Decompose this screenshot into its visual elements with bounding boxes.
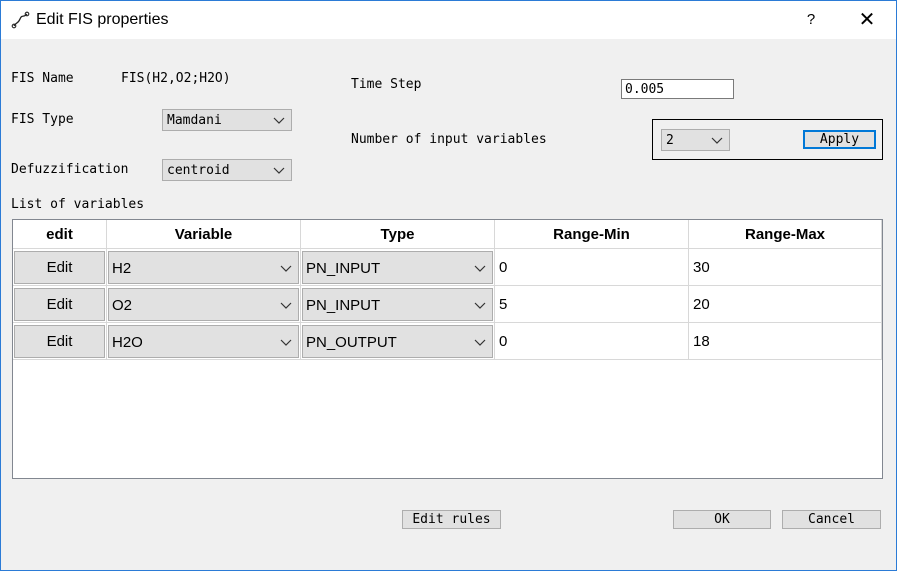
type-value: PN_INPUT bbox=[306, 297, 381, 314]
edit-variable-button[interactable]: Edit bbox=[14, 288, 105, 321]
variable-value: H2 bbox=[112, 260, 132, 277]
chevron-down-icon bbox=[474, 302, 486, 309]
variable-select[interactable]: H2O bbox=[108, 325, 299, 358]
range-max-value: 30 bbox=[693, 259, 710, 276]
chevron-down-icon bbox=[474, 265, 486, 272]
fis-app-icon bbox=[11, 11, 30, 29]
column-header-range-min[interactable]: Range-Min bbox=[495, 220, 689, 249]
fis-type-label: FIS Type bbox=[11, 112, 74, 127]
fis-name-label: FIS Name bbox=[11, 71, 74, 86]
num-inputs-label: Number of input variables bbox=[351, 132, 547, 147]
time-step-value: 0.005 bbox=[625, 82, 665, 97]
time-step-label: Time Step bbox=[351, 77, 422, 92]
chevron-down-icon bbox=[280, 339, 292, 346]
table-row: Edit H2 PN_INPUT 0 30 bbox=[13, 249, 882, 286]
column-header-edit[interactable]: edit bbox=[13, 220, 107, 249]
edit-variable-button[interactable]: Edit bbox=[14, 251, 105, 284]
dialog-window: Edit FIS properties ? ✕ FIS Name FIS(H2,… bbox=[0, 0, 897, 571]
help-button[interactable]: ? bbox=[799, 9, 823, 31]
fis-type-select[interactable]: Mamdani bbox=[162, 109, 292, 131]
num-inputs-select[interactable]: 2 bbox=[661, 129, 730, 151]
type-value: PN_INPUT bbox=[306, 260, 381, 277]
chevron-down-icon bbox=[273, 167, 285, 174]
variables-table: edit Variable Type Range-Min Range-Max E… bbox=[12, 219, 883, 479]
defuzz-value: centroid bbox=[167, 163, 230, 178]
chevron-down-icon bbox=[474, 339, 486, 346]
window-title: Edit FIS properties bbox=[36, 11, 169, 28]
apply-button[interactable]: Apply bbox=[803, 130, 876, 149]
column-header-type[interactable]: Type bbox=[301, 220, 495, 249]
close-icon: ✕ bbox=[858, 9, 876, 31]
type-select[interactable]: PN_INPUT bbox=[302, 288, 493, 321]
type-cell: PN_INPUT bbox=[301, 249, 495, 286]
variable-value: H2O bbox=[112, 334, 143, 351]
chevron-down-icon bbox=[280, 265, 292, 272]
cancel-button[interactable]: Cancel bbox=[782, 510, 881, 529]
edit-rules-button[interactable]: Edit rules bbox=[402, 510, 501, 529]
range-min-value: 5 bbox=[499, 296, 508, 313]
close-button[interactable]: ✕ bbox=[853, 7, 881, 33]
variable-cell: H2 bbox=[107, 249, 301, 286]
range-max-cell[interactable]: 30 bbox=[689, 249, 882, 286]
range-max-cell[interactable]: 18 bbox=[689, 323, 882, 360]
variable-value: O2 bbox=[112, 297, 133, 314]
chevron-down-icon bbox=[273, 117, 285, 124]
variable-cell: O2 bbox=[107, 286, 301, 323]
range-min-cell[interactable]: 5 bbox=[495, 286, 689, 323]
title-bar: Edit FIS properties ? ✕ bbox=[1, 1, 896, 39]
chevron-down-icon bbox=[711, 137, 723, 144]
column-header-variable[interactable]: Variable bbox=[107, 220, 301, 249]
fis-type-value: Mamdani bbox=[167, 113, 222, 128]
type-select[interactable]: PN_INPUT bbox=[302, 251, 493, 284]
range-min-value: 0 bbox=[499, 333, 508, 350]
edit-variable-button[interactable]: Edit bbox=[14, 325, 105, 358]
edit-cell: Edit bbox=[13, 286, 107, 323]
edit-cell: Edit bbox=[13, 249, 107, 286]
num-inputs-value: 2 bbox=[666, 133, 674, 148]
ok-button[interactable]: OK bbox=[673, 510, 771, 529]
range-min-cell[interactable]: 0 bbox=[495, 323, 689, 360]
type-select[interactable]: PN_OUTPUT bbox=[302, 325, 493, 358]
defuzz-select[interactable]: centroid bbox=[162, 159, 292, 181]
time-step-input[interactable]: 0.005 bbox=[621, 79, 734, 99]
type-cell: PN_OUTPUT bbox=[301, 323, 495, 360]
variables-list-label: List of variables bbox=[11, 197, 145, 212]
defuzz-label: Defuzzification bbox=[11, 162, 129, 177]
range-min-cell[interactable]: 0 bbox=[495, 249, 689, 286]
range-max-cell[interactable]: 20 bbox=[689, 286, 882, 323]
type-value: PN_OUTPUT bbox=[306, 334, 397, 351]
table-header: edit Variable Type Range-Min Range-Max bbox=[13, 220, 882, 249]
edit-cell: Edit bbox=[13, 323, 107, 360]
range-max-value: 18 bbox=[693, 333, 710, 350]
variable-cell: H2O bbox=[107, 323, 301, 360]
variable-select[interactable]: H2 bbox=[108, 251, 299, 284]
help-icon: ? bbox=[806, 11, 816, 28]
table-row: Edit H2O PN_OUTPUT 0 18 bbox=[13, 323, 882, 360]
type-cell: PN_INPUT bbox=[301, 286, 495, 323]
column-header-range-max[interactable]: Range-Max bbox=[689, 220, 882, 249]
chevron-down-icon bbox=[280, 302, 292, 309]
table-row: Edit O2 PN_INPUT 5 20 bbox=[13, 286, 882, 323]
fis-name-value: FIS(H2,O2;H2O) bbox=[121, 71, 231, 86]
range-min-value: 0 bbox=[499, 259, 508, 276]
range-max-value: 20 bbox=[693, 296, 710, 313]
variable-select[interactable]: O2 bbox=[108, 288, 299, 321]
